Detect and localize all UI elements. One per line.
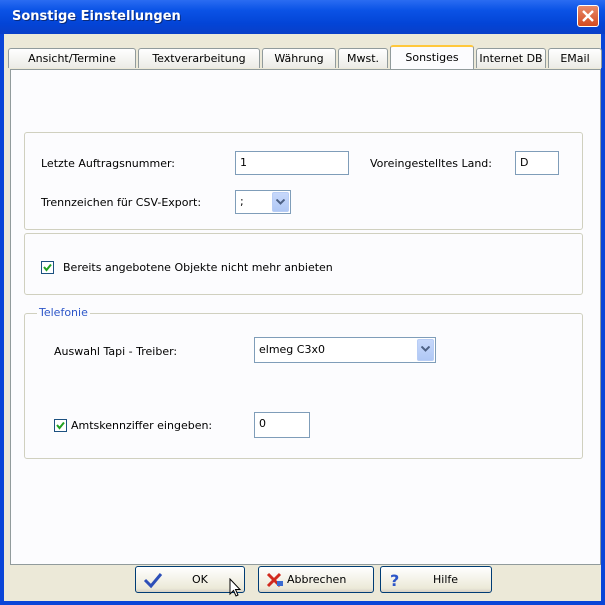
telefonie-legend: Telefonie — [37, 306, 90, 319]
default-country-input[interactable]: D — [515, 151, 559, 175]
checkmark-icon — [143, 573, 163, 589]
amt-checkbox[interactable] — [54, 419, 67, 432]
tab-sonstiges[interactable]: Sonstiges — [390, 45, 474, 69]
csv-separator-value: ; — [240, 195, 244, 208]
tab-textverarbeitung[interactable]: Textverarbeitung — [138, 48, 260, 68]
dialog-window: Sonstige Einstellungen Ansicht/Termine T… — [0, 0, 605, 605]
help-button[interactable]: ? Hilfe — [380, 566, 492, 593]
general-group: Letzte Auftragsnummer: 1 Voreingestellte… — [24, 132, 583, 230]
tapi-driver-label: Auswahl Tapi - Treiber: — [54, 345, 178, 358]
close-icon — [582, 10, 594, 22]
objects-checkbox[interactable] — [41, 261, 54, 274]
tab-panel-sonstiges: Letzte Auftragsnummer: 1 Voreingestellte… — [10, 69, 601, 565]
window-title: Sonstige Einstellungen — [12, 9, 181, 24]
tapi-driver-select[interactable]: elmeg C3x0 — [254, 337, 436, 363]
checkmark-icon — [43, 263, 52, 272]
last-order-label: Letzte Auftragsnummer: — [41, 157, 176, 170]
csv-separator-select[interactable]: ; — [235, 190, 291, 214]
tab-ansicht-termine[interactable]: Ansicht/Termine — [8, 48, 136, 68]
tab-mwst[interactable]: Mwst. — [338, 48, 388, 68]
amt-label[interactable]: Amtskennziffer eingeben: — [71, 419, 212, 432]
tab-waehrung[interactable]: Währung — [262, 48, 336, 68]
tapi-driver-value: elmeg C3x0 — [259, 343, 325, 356]
chevron-down-icon[interactable] — [272, 192, 289, 212]
close-button[interactable] — [577, 5, 599, 27]
help-button-label: Hilfe — [433, 573, 459, 586]
tab-email[interactable]: EMail — [548, 48, 602, 68]
default-country-label: Voreingestelltes Land: — [370, 157, 492, 170]
checkmark-icon — [56, 421, 65, 430]
telefonie-group: Telefonie Auswahl Tapi - Treiber: elmeg … — [24, 306, 583, 459]
objects-checkbox-label[interactable]: Bereits angebotene Objekte nicht mehr an… — [63, 261, 333, 274]
cancel-button[interactable]: Abbrechen — [258, 566, 374, 593]
amt-input[interactable]: 0 — [254, 412, 310, 438]
last-order-input[interactable]: 1 — [235, 151, 349, 175]
tab-internet-db[interactable]: Internet DB — [476, 48, 546, 68]
mouse-cursor-icon — [229, 578, 241, 597]
dialog-body: Ansicht/Termine Textverarbeitung Währung… — [4, 34, 602, 601]
ok-button-label: OK — [192, 573, 208, 586]
chevron-down-icon[interactable] — [417, 339, 434, 361]
help-icon: ? — [390, 571, 399, 589]
cancel-button-label: Abbrechen — [287, 573, 347, 586]
objects-group: Bereits angebotene Objekte nicht mehr an… — [24, 233, 583, 295]
cancel-x-icon — [266, 572, 283, 588]
title-bar[interactable]: Sonstige Einstellungen — [0, 0, 605, 34]
svg-text:?: ? — [390, 571, 399, 589]
csv-separator-label: Trennzeichen für CSV-Export: — [41, 196, 202, 209]
